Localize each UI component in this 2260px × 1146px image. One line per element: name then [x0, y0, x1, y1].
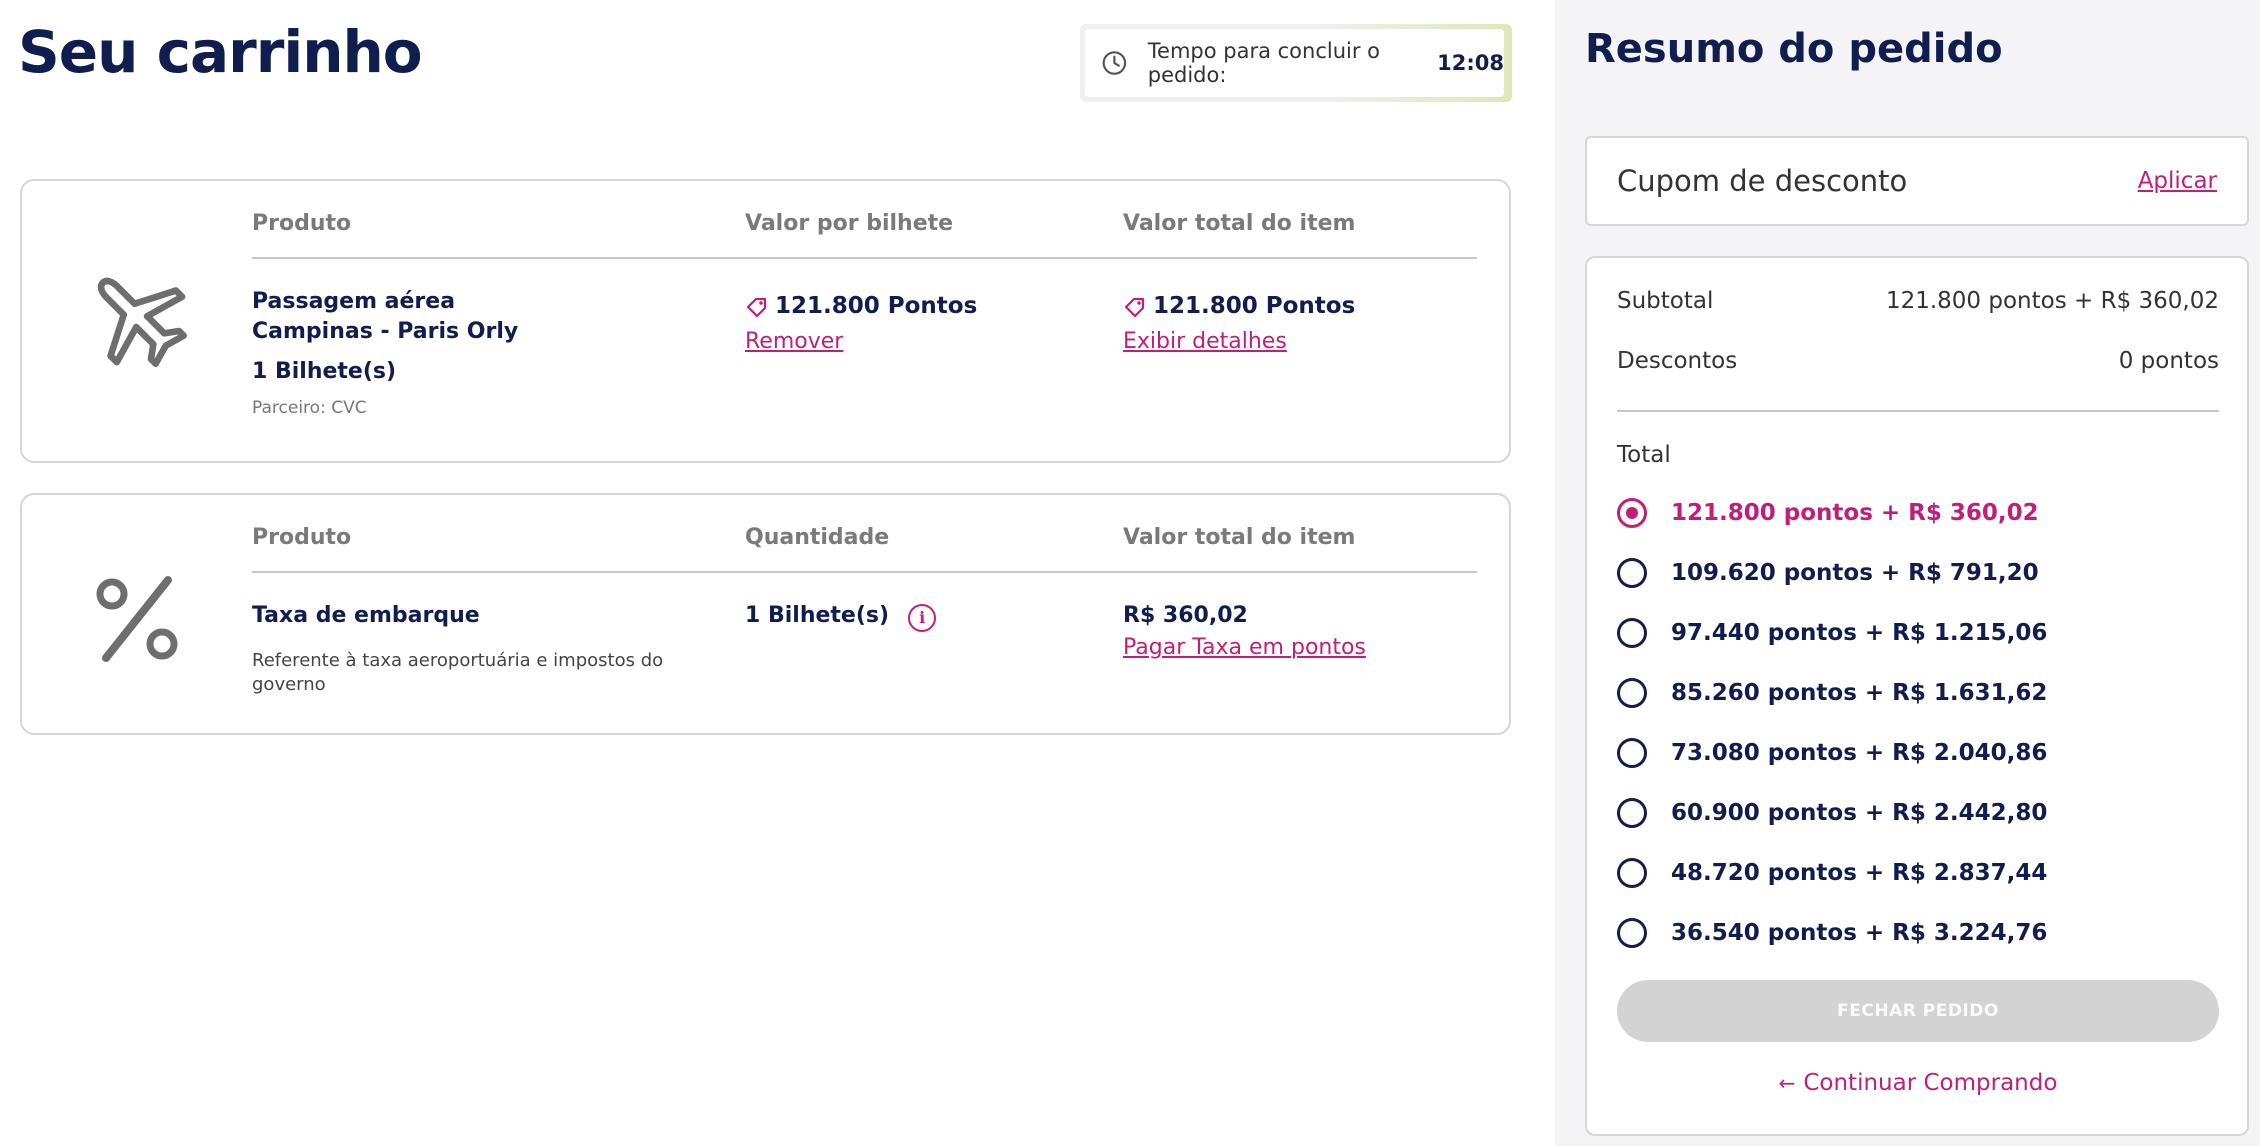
- checkout-timer-inner: Tempo para concluir o pedido: 12:08: [1085, 29, 1504, 97]
- remove-link[interactable]: Remover: [745, 329, 843, 354]
- airplane-icon: [97, 277, 187, 367]
- subtotal-label: Subtotal: [1617, 288, 1714, 314]
- continue-shopping-label: Continuar Comprando: [1803, 1070, 2058, 1096]
- summary-title: Resumo do pedido: [1585, 26, 2003, 72]
- radio-unselected[interactable]: [1617, 918, 1647, 948]
- header-divider: [252, 571, 1477, 573]
- subtotal-row: Subtotal 121.800 pontos + R$ 360,02: [1617, 288, 2219, 314]
- discounts-label: Descontos: [1617, 348, 1738, 374]
- discounts-row: Descontos 0 pontos: [1617, 348, 2219, 374]
- points-tag-icon: [746, 297, 767, 318]
- page-title: Seu carrinho: [18, 18, 423, 86]
- payment-option[interactable]: 48.720 pontos + R$ 2.837,44: [1617, 858, 2047, 888]
- payment-option-label: 36.540 pontos + R$ 3.224,76: [1671, 920, 2048, 946]
- col-header-quantity: Quantidade: [745, 525, 890, 550]
- subtotal-value: 121.800 pontos + R$ 360,02: [1885, 288, 2219, 314]
- payment-option[interactable]: 60.900 pontos + R$ 2.442,80: [1617, 798, 2047, 828]
- radio-unselected[interactable]: [1617, 678, 1647, 708]
- radio-selected[interactable]: [1617, 498, 1647, 528]
- show-details-link[interactable]: Exibir detalhes: [1123, 329, 1287, 354]
- total-label: Total: [1617, 442, 1671, 468]
- payment-option-label: 60.900 pontos + R$ 2.442,80: [1671, 800, 2048, 826]
- percent-icon: [96, 576, 178, 662]
- price-per-ticket: 121.800 Pontos: [745, 293, 977, 319]
- payment-option-label: 48.720 pontos + R$ 2.837,44: [1671, 860, 2048, 886]
- fee-product-cell: Taxa de embarque Referente à taxa aeropo…: [252, 601, 672, 697]
- col-header-product: Produto: [252, 525, 352, 550]
- apply-coupon-link[interactable]: Aplicar: [2138, 168, 2217, 194]
- flight-product-cell: Passagem aérea Campinas - Paris Orly 1 B…: [252, 287, 518, 418]
- price-per-ticket-cell: 121.800 Pontos Remover: [745, 293, 977, 354]
- clock-icon: [1102, 51, 1127, 75]
- payment-option[interactable]: 73.080 pontos + R$ 2.040,86: [1617, 738, 2047, 768]
- col-header-price-per-ticket: Valor por bilhete: [745, 211, 954, 236]
- order-summary-panel: Resumo do pedido Cupom de desconto Aplic…: [1555, 0, 2260, 1146]
- payment-option[interactable]: 36.540 pontos + R$ 3.224,76: [1617, 918, 2047, 948]
- partner-label: Parceiro: CVC: [252, 398, 367, 418]
- payment-option[interactable]: 97.440 pontos + R$ 1.215,06: [1617, 618, 2047, 648]
- payment-option-label: 121.800 pontos + R$ 360,02: [1671, 500, 2039, 526]
- points-tag-icon: [1124, 297, 1145, 318]
- payment-option-label: 97.440 pontos + R$ 1.215,06: [1671, 620, 2048, 646]
- continue-shopping-link[interactable]: ← Continuar Comprando: [1587, 1070, 2249, 1096]
- payment-option[interactable]: 85.260 pontos + R$ 1.631,62: [1617, 678, 2047, 708]
- fee-total: R$ 360,02: [1123, 603, 1248, 628]
- percent-icon-wrap: [77, 559, 197, 679]
- close-order-button[interactable]: FECHAR PEDIDO: [1617, 980, 2219, 1042]
- product-name: Passagem aérea: [252, 289, 456, 314]
- pay-fee-in-points-link[interactable]: Pagar Taxa em pontos: [1123, 635, 1366, 660]
- info-icon[interactable]: i: [908, 603, 937, 632]
- fee-description: Referente à taxa aeroportuária e imposto…: [252, 650, 664, 695]
- product-route: Campinas - Paris Orly: [252, 319, 519, 344]
- payment-option[interactable]: 121.800 pontos + R$ 360,02: [1617, 498, 2039, 528]
- payment-option-label: 85.260 pontos + R$ 1.631,62: [1671, 680, 2048, 706]
- flight-item-card: Produto Valor por bilhete Valor total do…: [20, 179, 1511, 463]
- radio-unselected[interactable]: [1617, 858, 1647, 888]
- radio-unselected[interactable]: [1617, 738, 1647, 768]
- airplane-icon-wrap: [77, 257, 197, 377]
- fee-total-cell: R$ 360,02 Pagar Taxa em pontos: [1123, 601, 1366, 660]
- summary-box: Subtotal 121.800 pontos + R$ 360,02 Desc…: [1585, 256, 2249, 1136]
- fee-item-card: Produto Quantidade Valor total do item T…: [20, 493, 1511, 735]
- fee-quantity: 1 Bilhete(s): [745, 603, 890, 628]
- cart-panel: Seu carrinho Tempo para concluir o pedid…: [0, 0, 1555, 1146]
- coupon-label: Cupom de desconto: [1617, 164, 1908, 198]
- payment-option-label: 109.620 pontos + R$ 791,20: [1671, 560, 2039, 586]
- item-total: 121.800 Pontos: [1123, 293, 1355, 319]
- col-header-item-total: Valor total do item: [1123, 211, 1356, 236]
- coupon-field[interactable]: Cupom de desconto Aplicar: [1585, 136, 2249, 226]
- arrow-left-icon: ←: [1778, 1071, 1796, 1095]
- col-header-item-total: Valor total do item: [1123, 525, 1356, 550]
- item-total-cell: 121.800 Pontos Exibir detalhes: [1123, 293, 1355, 354]
- header-divider: [252, 257, 1477, 259]
- timer-value: 12:08: [1437, 51, 1504, 75]
- col-header-product: Produto: [252, 211, 352, 236]
- fee-name: Taxa de embarque: [252, 603, 480, 628]
- item-total-value: 121.800 Pontos: [1153, 293, 1356, 319]
- radio-unselected[interactable]: [1617, 798, 1647, 828]
- summary-divider: [1617, 410, 2219, 412]
- price-per-ticket-value: 121.800 Pontos: [775, 293, 978, 319]
- ticket-count: 1 Bilhete(s): [252, 359, 397, 384]
- discounts-value: 0 pontos: [2118, 348, 2219, 374]
- checkout-timer: Tempo para concluir o pedido: 12:08: [1080, 24, 1512, 102]
- radio-unselected[interactable]: [1617, 618, 1647, 648]
- payment-option-label: 73.080 pontos + R$ 2.040,86: [1671, 740, 2048, 766]
- radio-unselected[interactable]: [1617, 558, 1647, 588]
- payment-option[interactable]: 109.620 pontos + R$ 791,20: [1617, 558, 2039, 588]
- fee-quantity-cell: 1 Bilhete(s) i: [745, 601, 937, 632]
- timer-label: Tempo para concluir o pedido:: [1147, 39, 1381, 87]
